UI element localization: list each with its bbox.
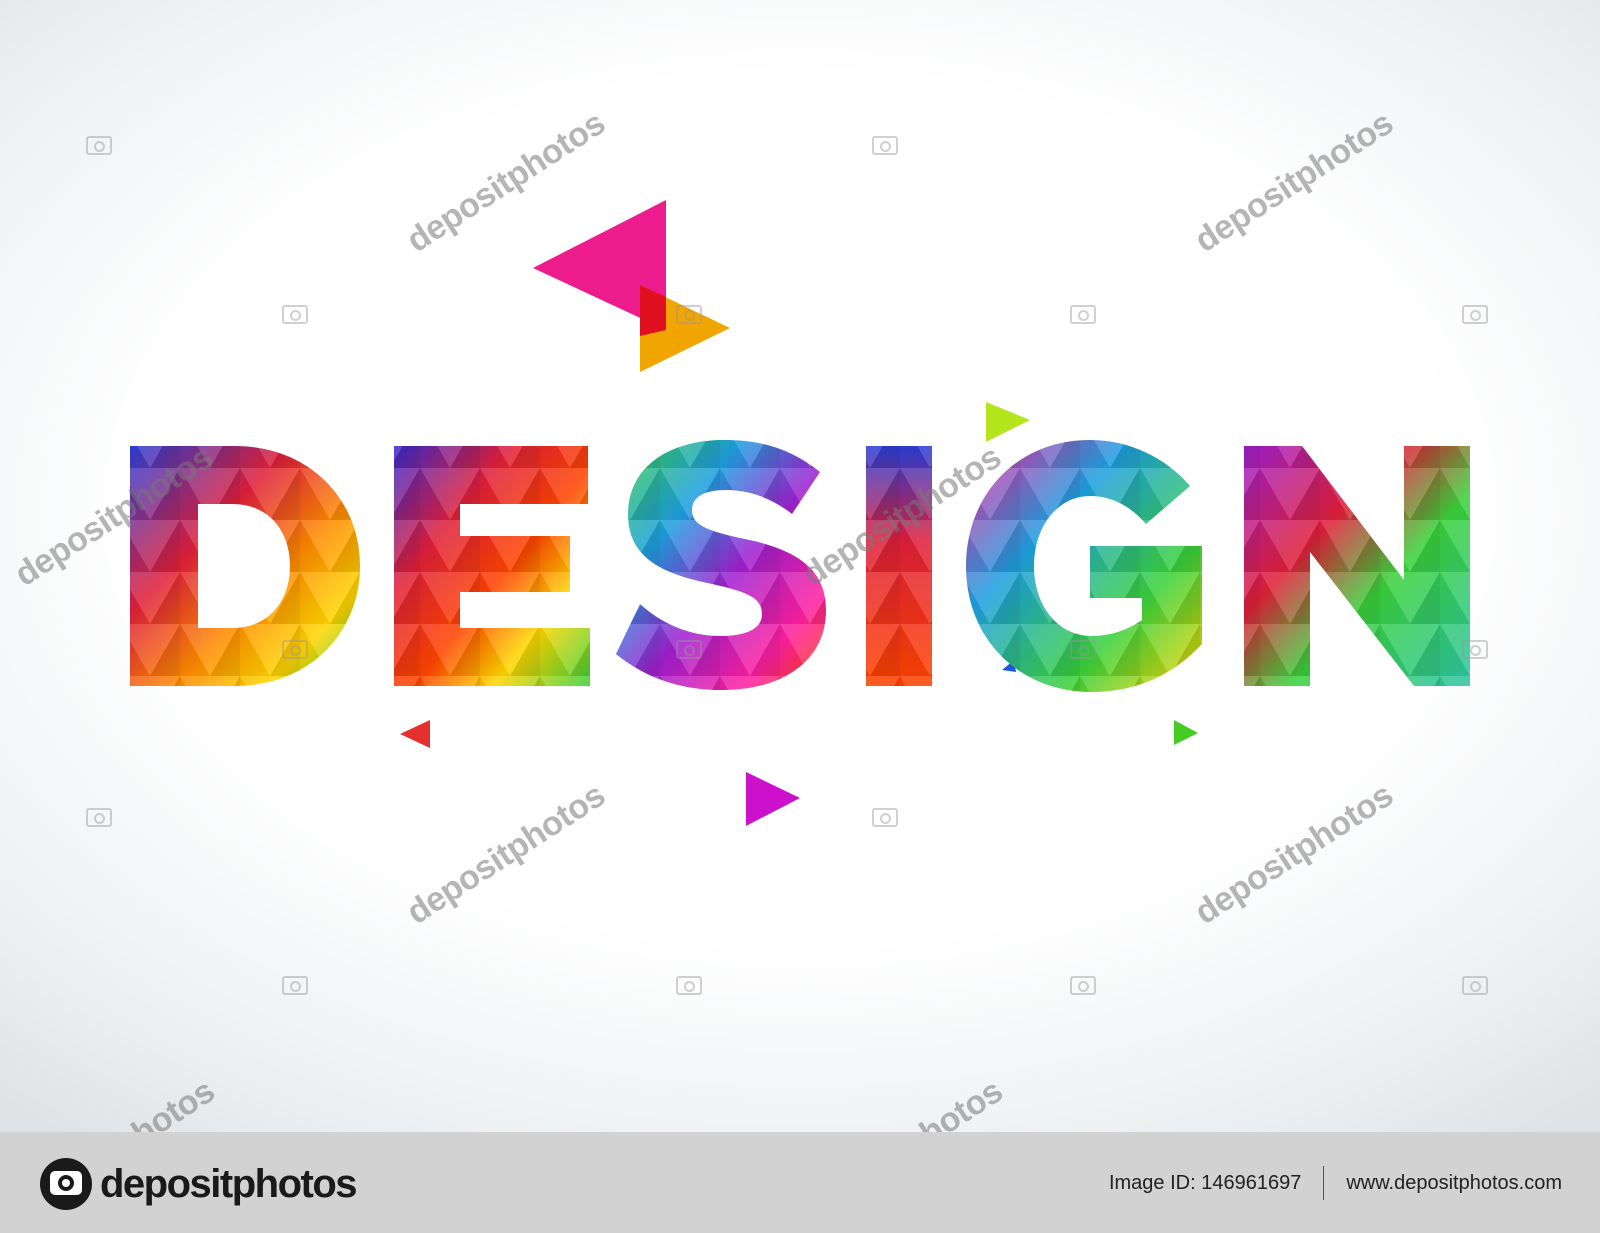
- image-id: Image ID: 146961697: [1108, 1171, 1302, 1194]
- divider: [1323, 1166, 1325, 1200]
- letter-s: [616, 440, 826, 690]
- triangle-red-small: [400, 720, 430, 748]
- stock-footer-bar: depositphotos Image ID: 146961697 www.de…: [0, 1132, 1600, 1233]
- watermark-camera-icon: [86, 136, 112, 155]
- triangle-magenta: [746, 772, 800, 826]
- watermark-camera-icon: [872, 808, 898, 827]
- watermark-camera-icon: [282, 640, 308, 659]
- watermark-camera-icon: [872, 136, 898, 155]
- watermark-camera-icon: [1070, 976, 1096, 995]
- brand-name: depositphotos: [100, 1161, 358, 1206]
- triangle-green-small: [1174, 720, 1198, 745]
- watermark-camera-icon: [282, 305, 308, 324]
- watermark-camera-icon: [1462, 976, 1488, 995]
- watermark-camera-icon: [1070, 640, 1096, 659]
- watermark-camera-icon: [676, 305, 702, 324]
- letter-e: [394, 446, 590, 686]
- camera-logo-icon: [40, 1158, 92, 1210]
- image-meta: Image ID: 146961697 www.depositphotos.co…: [1109, 1166, 1562, 1200]
- watermark-camera-icon: [86, 808, 112, 827]
- watermark-camera-icon: [1462, 640, 1488, 659]
- watermark-camera-icon: [282, 976, 308, 995]
- site-url[interactable]: www.depositphotos.com: [1346, 1172, 1562, 1195]
- watermark-camera-icon: [1462, 305, 1488, 324]
- watermark-camera-icon: [1070, 305, 1096, 324]
- stock-image-artwork: depositphotos depositphotos depositphoto…: [0, 0, 1600, 1132]
- letter-n: [1244, 446, 1470, 686]
- watermark-camera-icon: [676, 640, 702, 659]
- triangle-lime: [986, 402, 1030, 442]
- watermark-camera-icon: [676, 976, 702, 995]
- brand-logo[interactable]: depositphotos: [40, 1158, 358, 1210]
